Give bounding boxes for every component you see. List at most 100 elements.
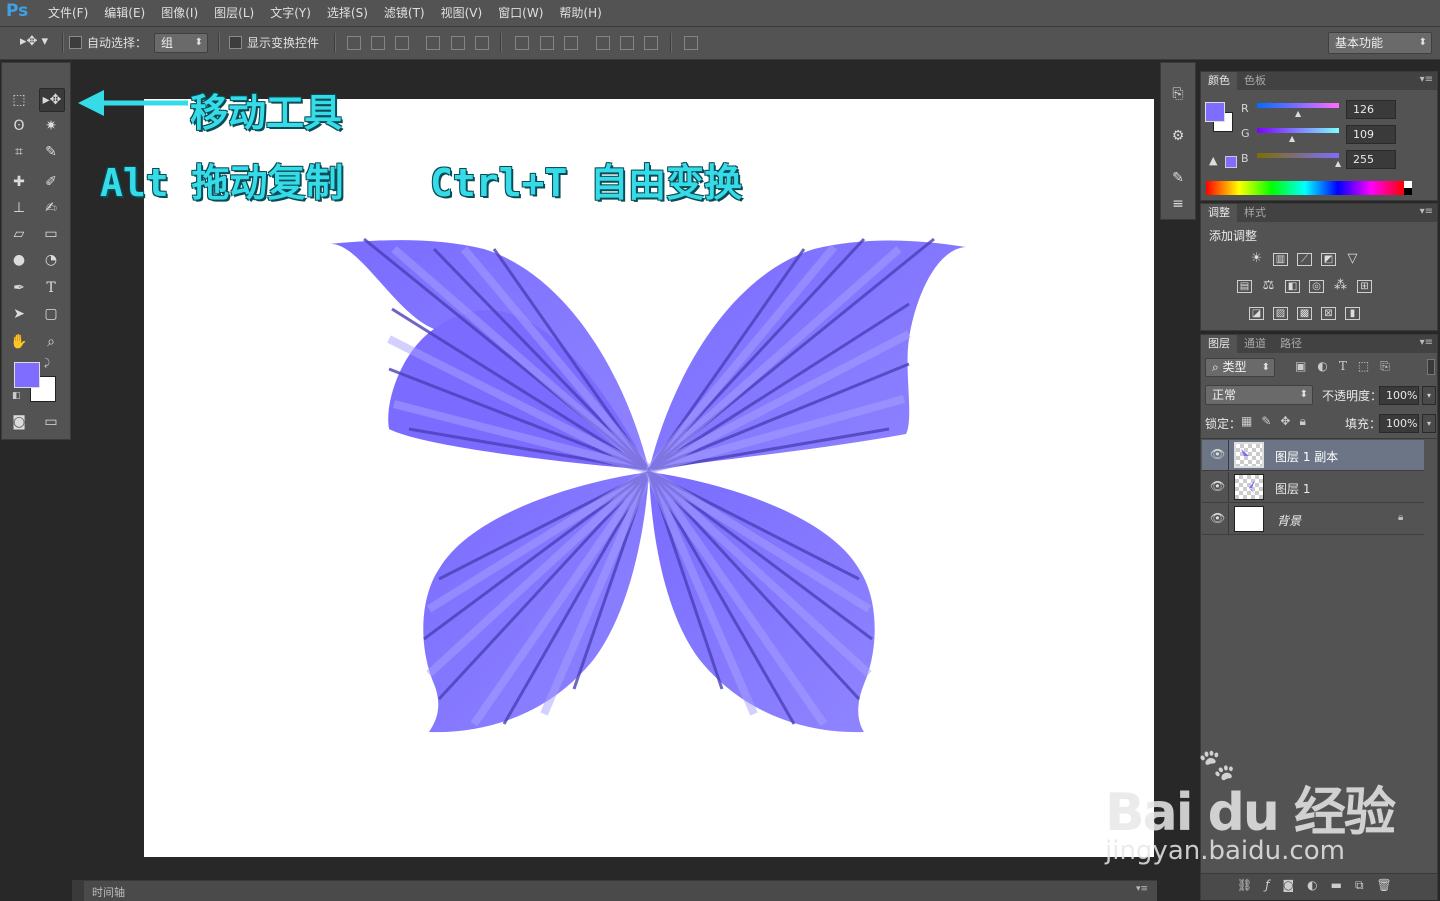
smart-object-filter-icon[interactable]: ⎘ (1380, 359, 1401, 373)
layer-row-layer1[interactable]: 👁︎ 图层 1 (1202, 472, 1424, 503)
shape-tool-icon[interactable]: ▢ (39, 303, 63, 325)
color-lookup-icon[interactable]: ⊞ (1357, 280, 1372, 293)
timeline-grip[interactable] (72, 881, 84, 901)
lock-image-icon[interactable]: ✎ (1261, 414, 1280, 428)
levels-icon[interactable]: ▥ (1273, 253, 1288, 266)
brush-presets-icon[interactable]: ≡ (1166, 193, 1190, 215)
filter-toggle[interactable] (1427, 359, 1435, 375)
align-vcenter-icon[interactable] (371, 36, 385, 50)
spectrum-black-chip[interactable] (1404, 188, 1412, 195)
eyedropper-tool-icon[interactable]: ✎ (39, 141, 63, 163)
auto-select-dropdown[interactable]: 组 (154, 33, 208, 53)
lasso-tool-icon[interactable]: ʘ (7, 115, 31, 137)
timeline-tab[interactable]: 时间轴 (92, 884, 125, 900)
exposure-icon[interactable]: ◩ (1321, 253, 1336, 266)
black-white-icon[interactable]: ◧ (1285, 280, 1300, 293)
distribute-top-icon[interactable] (515, 36, 529, 50)
screen-mode-icon[interactable]: ▭ (39, 411, 63, 433)
invert-icon[interactable]: ◪ (1249, 307, 1264, 320)
align-left-icon[interactable] (426, 36, 440, 50)
align-bottom-icon[interactable] (395, 36, 409, 50)
fill-input[interactable]: 100% (1379, 414, 1419, 433)
dodge-tool-icon[interactable]: ◔ (39, 249, 63, 271)
threshold-icon[interactable]: ▩ (1297, 307, 1312, 320)
hue-saturation-icon[interactable]: ▤ (1237, 280, 1252, 293)
layer-row-background[interactable]: 👁︎ 背景 🔒︎ (1202, 504, 1424, 535)
default-colors-icon[interactable]: ◧ (12, 391, 21, 401)
align-top-icon[interactable] (347, 36, 361, 50)
channel-mixer-icon[interactable]: ⁂ (1333, 279, 1348, 293)
fx-icon[interactable]: ƒ (1265, 878, 1282, 892)
layer-row-copy[interactable]: 👁︎ 图层 1 副本 (1202, 440, 1424, 471)
panel-menu-icon[interactable]: ▾≡ (1420, 74, 1433, 85)
panel-menu-icon[interactable]: ▾≡ (1420, 206, 1433, 217)
new-group-icon[interactable]: ▬ (1331, 878, 1355, 892)
fill-slider-toggle-icon[interactable]: ▾ (1422, 414, 1436, 433)
menu-type[interactable]: 文字(Y) (262, 0, 319, 26)
link-layers-icon[interactable]: ⛓︎ (1237, 878, 1265, 892)
magic-wand-tool-icon[interactable]: ✷ (39, 115, 63, 137)
gradient-tool-icon[interactable]: ▭ (39, 223, 63, 245)
lock-all-icon[interactable]: 🔒︎ (1299, 414, 1314, 428)
color-balance-icon[interactable]: ⚖ (1261, 279, 1276, 293)
align-right-icon[interactable] (475, 36, 489, 50)
selective-color-icon[interactable]: ⊠ (1321, 307, 1336, 320)
type-filter-icon[interactable]: T (1339, 359, 1358, 373)
brush-panel-icon[interactable]: ✎ (1166, 167, 1190, 189)
filter-kind-dropdown[interactable]: ⌕ 类型 (1205, 358, 1275, 377)
g-slider-handle-icon[interactable]: ▲ (1289, 134, 1295, 143)
b-slider-handle-icon[interactable]: ▲ (1335, 159, 1341, 168)
b-value-input[interactable]: 255 (1346, 150, 1396, 169)
marquee-tool-icon[interactable]: ⬚ (7, 89, 31, 111)
blend-mode-dropdown[interactable]: 正常 (1205, 385, 1313, 405)
tab-styles[interactable]: 样式 (1237, 204, 1273, 222)
adjustment-filter-icon[interactable]: ◐ (1317, 359, 1338, 373)
opacity-input[interactable]: 100% (1379, 386, 1419, 405)
delete-layer-icon[interactable]: 🗑︎ (1377, 878, 1405, 892)
tab-swatches[interactable]: 色板 (1237, 72, 1273, 90)
photo-filter-icon[interactable]: ◎ (1309, 280, 1324, 293)
pixel-filter-icon[interactable]: ▣ (1295, 359, 1317, 373)
menu-layer[interactable]: 图层(L) (206, 0, 262, 26)
stamp-tool-icon[interactable]: ⊥ (7, 197, 31, 219)
menu-window[interactable]: 窗口(W) (490, 0, 551, 26)
history-panel-icon[interactable]: ⎘ (1166, 83, 1190, 105)
menu-file[interactable]: 文件(F) (40, 0, 96, 26)
history-brush-tool-icon[interactable]: ✍ (39, 197, 63, 219)
auto-select-checkbox[interactable] (69, 36, 82, 49)
hand-tool-icon[interactable]: ✋ (7, 331, 31, 353)
zoom-tool-icon[interactable]: ⌕ (39, 331, 63, 353)
vibrance-icon[interactable]: ▽ (1345, 252, 1360, 266)
properties-panel-icon[interactable]: ⚙ (1166, 125, 1190, 147)
menu-help[interactable]: 帮助(H) (551, 0, 609, 26)
visibility-eye-icon[interactable]: 👁︎ (1210, 447, 1225, 461)
distribute-bottom-icon[interactable] (564, 36, 578, 50)
menu-edit[interactable]: 编辑(E) (96, 0, 153, 26)
web-safe-chip[interactable] (1225, 156, 1237, 168)
distribute-left-icon[interactable] (596, 36, 610, 50)
shape-filter-icon[interactable]: ⬚ (1358, 359, 1380, 373)
add-mask-icon[interactable]: ◙ (1282, 878, 1307, 892)
r-value-input[interactable]: 126 (1346, 100, 1396, 119)
brush-tool-icon[interactable]: ✐ (39, 171, 63, 193)
menu-image[interactable]: 图像(I) (153, 0, 206, 26)
r-slider-handle-icon[interactable]: ▲ (1295, 109, 1301, 118)
menu-select[interactable]: 选择(S) (319, 0, 376, 26)
move-tool-preset-icon[interactable]: ▸✥ ▾ (20, 34, 48, 49)
r-slider[interactable] (1257, 103, 1339, 108)
tab-paths[interactable]: 路径 (1273, 335, 1309, 353)
document-canvas[interactable] (144, 99, 1154, 857)
posterize-icon[interactable]: ▨ (1273, 307, 1288, 320)
opacity-slider-toggle-icon[interactable]: ▾ (1422, 386, 1436, 405)
lock-position-icon[interactable]: ✥ (1280, 414, 1299, 428)
swap-colors-icon[interactable]: ⤸ (44, 358, 50, 369)
visibility-eye-icon[interactable]: 👁︎ (1210, 511, 1225, 525)
workspace-dropdown[interactable]: 基本功能 (1328, 32, 1432, 54)
brightness-contrast-icon[interactable]: ☀ (1249, 252, 1264, 266)
eraser-tool-icon[interactable]: ▱ (7, 223, 31, 245)
distribute-hcenter-icon[interactable] (620, 36, 634, 50)
pen-tool-icon[interactable]: ✒ (7, 277, 31, 299)
tab-color[interactable]: 颜色 (1201, 72, 1237, 90)
blur-tool-icon[interactable]: ● (7, 249, 31, 271)
menu-filter[interactable]: 滤镜(T) (376, 0, 433, 26)
